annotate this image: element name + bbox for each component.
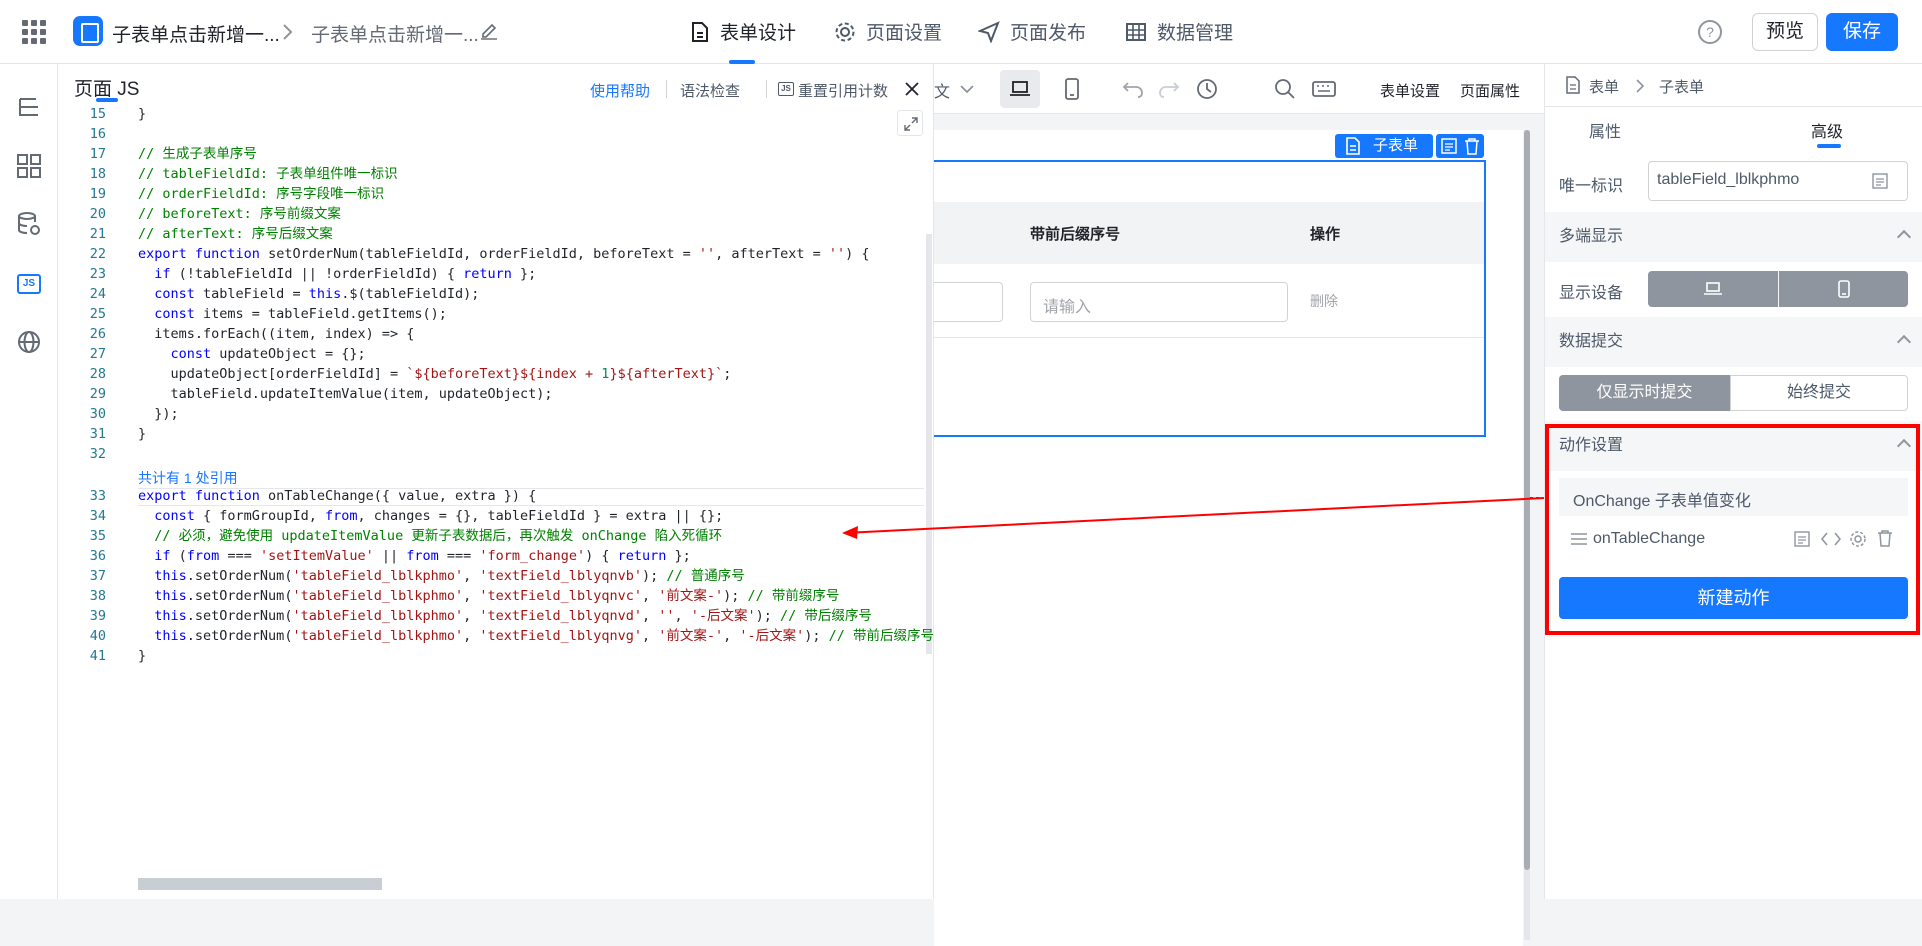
- tab-label: 表单设计: [720, 23, 797, 44]
- search-icon[interactable]: [1274, 78, 1296, 100]
- tab-label: 数据管理: [1157, 23, 1234, 44]
- tab-label: 页面设置: [866, 23, 943, 44]
- chevron-right-icon: [283, 24, 293, 40]
- desktop-view-button[interactable]: [1000, 70, 1040, 108]
- divider: [1545, 106, 1922, 107]
- tab-data-management[interactable]: 数据管理: [1125, 18, 1233, 45]
- top-bar: 子表单点击新增一... 子表单点击新增一... 表单设计 页面设置 页面发布 数…: [0, 0, 1922, 64]
- tab-properties[interactable]: 属性: [1589, 118, 1621, 142]
- section-title: 多端显示: [1559, 228, 1624, 245]
- tab-page-settings[interactable]: 页面设置: [834, 18, 942, 45]
- laptop-icon: [1010, 81, 1030, 96]
- uid-label: 唯一标识: [1559, 178, 1624, 195]
- document-icon: [692, 21, 708, 42]
- mobile-icon[interactable]: [1837, 280, 1851, 298]
- tab-label: 页面发布: [1010, 23, 1087, 44]
- send-icon: [978, 20, 1000, 43]
- delete-row-link[interactable]: 删除: [1310, 291, 1338, 311]
- chevron-right-icon: [1636, 79, 1645, 93]
- page-name[interactable]: 子表单点击新增一...: [311, 20, 479, 47]
- subform-actions: [1436, 134, 1484, 158]
- gear-icon: [835, 22, 855, 41]
- page-js-panel: 页面 JS 使用帮助 语法检查 JS 重置引用计数 共计有 1 处引用 15} …: [58, 64, 934, 899]
- js-icon[interactable]: JS: [17, 274, 41, 294]
- table-icon: [1126, 22, 1146, 41]
- submit-always-option[interactable]: 始终提交: [1730, 375, 1908, 411]
- help-icon[interactable]: ?: [1698, 20, 1722, 44]
- breadcrumb-subform: 子表单: [1659, 79, 1705, 96]
- display-device-toggle: [1648, 271, 1908, 307]
- globe-icon[interactable]: [15, 328, 43, 356]
- form-icon: [1566, 76, 1580, 94]
- row-divider: [934, 337, 1484, 338]
- form-canvas-area: 文 表单设置 页面属性 子表单 带前后缀序号 操作 请输入 删除: [934, 64, 1544, 946]
- copy-icon[interactable]: [1871, 172, 1889, 190]
- toolbar-partial-text: 文: [934, 84, 951, 101]
- outline-tree-icon[interactable]: [15, 94, 43, 122]
- chevron-up-icon: [1896, 229, 1912, 245]
- annotation-arrow: [842, 497, 1545, 539]
- chevron-down-icon[interactable]: [960, 84, 974, 94]
- preview-button[interactable]: 预览: [1752, 13, 1818, 51]
- highlight-box: [1545, 424, 1920, 635]
- left-sidebar: JS: [0, 64, 58, 899]
- data-submit-section-header[interactable]: 数据提交: [1545, 317, 1922, 367]
- subform-selection-tag[interactable]: 子表单: [1335, 134, 1433, 158]
- display-device-label: 显示设备: [1559, 285, 1624, 302]
- page-props-button[interactable]: 页面属性: [1460, 80, 1520, 101]
- app-name[interactable]: 子表单点击新增一...: [112, 20, 280, 47]
- subform-tag-label: 子表单: [1373, 137, 1419, 154]
- multi-display-section-header[interactable]: 多端显示: [1545, 212, 1922, 262]
- code-editor[interactable]: 15} 16 17// 生成子表单序号 18// tableFieldId: 子…: [58, 64, 934, 899]
- chevron-up-icon: [1896, 334, 1912, 350]
- submit-when-visible-option[interactable]: 仅显示时提交: [1559, 375, 1730, 411]
- trash-icon[interactable]: [1464, 137, 1480, 155]
- text-input[interactable]: 请输入: [1030, 282, 1288, 322]
- uid-input[interactable]: tableField_lblkphmo: [1648, 161, 1908, 201]
- section-title: 数据提交: [1559, 333, 1624, 350]
- form-settings-button[interactable]: 表单设置: [1380, 80, 1440, 101]
- laptop-icon[interactable]: [1704, 282, 1722, 296]
- apps-grid-icon[interactable]: [22, 20, 46, 44]
- tab-form-design[interactable]: 表单设计: [690, 18, 796, 45]
- undo-icon[interactable]: [1122, 80, 1144, 98]
- tab-page-publish[interactable]: 页面发布: [978, 18, 1086, 45]
- copy-icon[interactable]: [1441, 138, 1457, 154]
- mobile-icon[interactable]: [1064, 78, 1080, 100]
- redo-icon[interactable]: [1158, 80, 1180, 98]
- save-button[interactable]: 保存: [1826, 13, 1898, 51]
- column-header: 操作: [1310, 226, 1341, 243]
- column-header: 带前后缀序号: [1030, 226, 1121, 243]
- tab-advanced[interactable]: 高级: [1811, 118, 1843, 142]
- breadcrumb-form[interactable]: 表单: [1589, 76, 1619, 97]
- history-icon[interactable]: [1196, 78, 1218, 100]
- keyboard-icon[interactable]: [1312, 80, 1336, 98]
- active-tab-indicator: [1817, 144, 1841, 148]
- edit-icon[interactable]: [480, 22, 498, 40]
- components-icon[interactable]: [15, 152, 43, 180]
- subform-header-row: [934, 202, 1484, 264]
- app-logo-icon: [73, 16, 103, 46]
- database-icon[interactable]: [15, 210, 43, 238]
- text-input-partial[interactable]: [934, 282, 1003, 322]
- subform-icon: [1346, 137, 1360, 155]
